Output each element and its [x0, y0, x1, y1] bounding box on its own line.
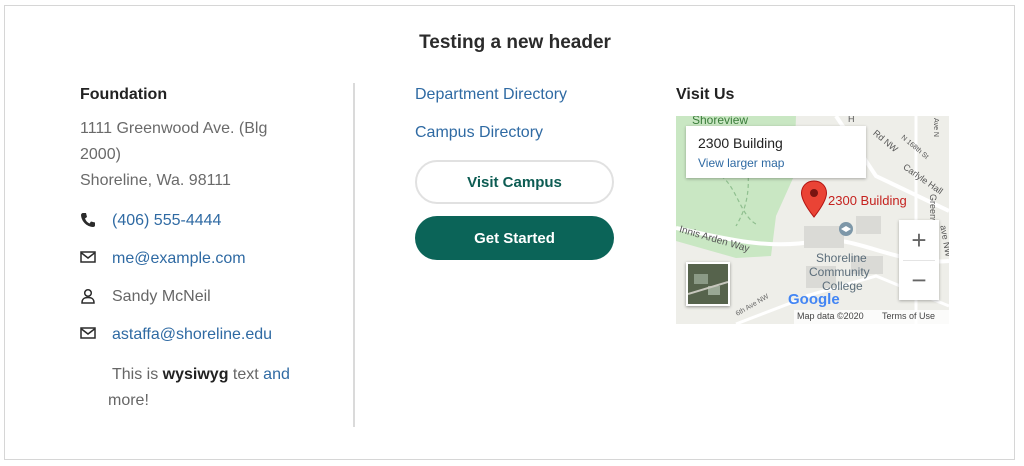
email2-link[interactable]: astaffa@shoreline.edu — [112, 326, 272, 344]
zoom-out-button[interactable]: − — [899, 260, 939, 300]
satellite-toggle[interactable] — [686, 262, 730, 306]
phone-link[interactable]: (406) 555-4444 — [112, 212, 221, 230]
wysiwyg-link[interactable]: and — [263, 366, 290, 383]
view-larger-map-link[interactable]: View larger map — [698, 156, 784, 170]
person-row: Sandy McNeil — [80, 288, 211, 306]
department-directory-link[interactable]: Department Directory — [415, 86, 567, 104]
visit-column: Visit Us Shoreview H Rd NW N 168th St Av… — [676, 86, 949, 324]
get-started-button[interactable]: Get Started — [415, 216, 614, 260]
google-logo: Google — [788, 291, 840, 308]
map-place-2: Community — [809, 265, 870, 279]
map-card-title: 2300 Building — [698, 135, 783, 151]
column-divider — [353, 83, 355, 427]
wysiwyg-pre: This is — [112, 366, 163, 383]
map-pin-icon[interactable] — [800, 180, 828, 223]
wysiwyg-bold: wysiwyg — [162, 366, 229, 383]
email-link[interactable]: me@example.com — [112, 250, 246, 268]
map-road-8: H — [848, 116, 855, 124]
wysiwyg-mid: text — [228, 366, 264, 383]
map-place-1: Shoreline — [816, 251, 867, 265]
map-pin-label: 2300 Building — [828, 193, 907, 208]
person-name: Sandy McNeil — [112, 288, 211, 305]
map-attribution: Map data ©2020 — [797, 311, 864, 321]
zoom-in-button[interactable]: + — [899, 220, 939, 260]
map-road-6: Ave N — [931, 118, 939, 137]
phone-row: (406) 555-4444 — [80, 212, 221, 230]
campus-directory-link[interactable]: Campus Directory — [415, 124, 543, 142]
wysiwyg-post: more! — [108, 392, 149, 409]
zoom-separator — [903, 260, 935, 261]
footer-container: Testing a new header Foundation 1111 Gre… — [4, 5, 1015, 460]
foundation-column: Foundation 1111 Greenwood Ave. (Blg 2000… — [80, 86, 340, 409]
email-row: me@example.com — [80, 250, 246, 268]
address-line2: Shoreline, Wa. 98111 — [80, 172, 231, 189]
section-heading: Testing a new header — [419, 32, 611, 53]
map-terms-link[interactable]: Terms of Use — [882, 311, 935, 321]
phone-icon — [80, 212, 98, 230]
email2-row: astaffa@shoreline.edu — [80, 326, 272, 344]
map-info-card: 2300 Building View larger map — [686, 126, 866, 178]
visit-campus-button[interactable]: Visit Campus — [415, 160, 614, 204]
visit-title: Visit Us — [676, 86, 735, 103]
foundation-title: Foundation — [80, 86, 168, 103]
map-attribution-bar: Map data ©2020 Terms of Use — [794, 310, 949, 324]
envelope-icon — [80, 326, 98, 344]
wysiwyg-text: This is wysiwyg text and more! — [108, 362, 312, 414]
embedded-map[interactable]: Shoreview H Rd NW N 168th St Ave N Carly… — [676, 116, 949, 324]
user-icon — [80, 288, 98, 306]
address-line1: 1111 Greenwood Ave. (Blg 2000) — [80, 120, 268, 163]
zoom-controls: + − — [899, 220, 939, 300]
address-block: 1111 Greenwood Ave. (Blg 2000) Shoreline… — [80, 116, 295, 194]
envelope-icon — [80, 250, 98, 268]
